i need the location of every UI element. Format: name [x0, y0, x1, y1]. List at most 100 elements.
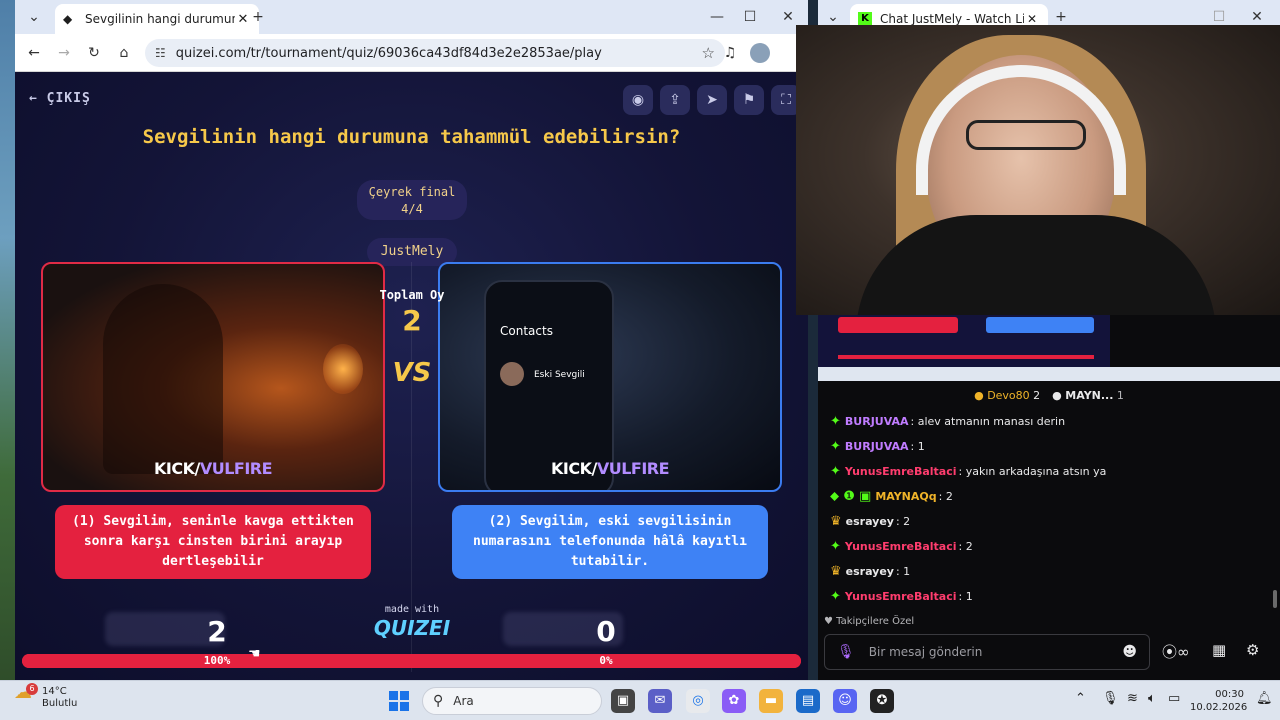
- eye-icon[interactable]: ◉: [623, 85, 653, 115]
- bookmark-star-icon[interactable]: ☆: [702, 44, 715, 62]
- taskbar-search[interactable]: ⚲ Ara: [422, 687, 602, 715]
- send-icon[interactable]: ➤: [697, 85, 727, 115]
- phone-contact-name: Eski Sevgili: [534, 370, 585, 380]
- chat-message[interactable]: ✦ YunusEmreBaltaci: yakın arkadaşına atsı…: [830, 459, 1106, 484]
- chat-username[interactable]: BURJUVAA: [845, 415, 909, 428]
- clock-date: 10.02.2026: [1190, 702, 1248, 713]
- tab-search-chevron-icon[interactable]: ⌄: [21, 4, 47, 30]
- chat-text: : alev atmanın manası derin: [910, 415, 1066, 428]
- weather-condition: Bulutlu: [42, 698, 78, 709]
- battery-icon[interactable]: ▭: [1168, 691, 1180, 706]
- right-option-image[interactable]: Contacts Eski Sevgili KICK/VULFIRE: [438, 262, 782, 492]
- user-badge-icon: ✦: [830, 463, 841, 479]
- chat-username[interactable]: YunusEmreBaltaci: [845, 540, 957, 553]
- preview-right-option: [986, 317, 1094, 333]
- card-watermark: KICK/VULFIRE: [440, 459, 780, 478]
- chat-username[interactable]: BURJUVAA: [845, 440, 909, 453]
- maximize-button[interactable]: ☐: [737, 4, 763, 30]
- copilot-icon[interactable]: ✿: [722, 689, 746, 713]
- chat-message[interactable]: ✦ YunusEmreBaltaci: 2: [830, 534, 973, 559]
- settings-gear-icon[interactable]: ⚙: [1246, 641, 1259, 659]
- profile-avatar[interactable]: [750, 43, 770, 63]
- address-bar[interactable]: ☷ quizei.com/tr/tournament/quiz/69036ca4…: [145, 39, 725, 67]
- discord-icon[interactable]: ☺: [833, 689, 857, 713]
- preview-progress: [838, 355, 1094, 359]
- home-icon[interactable]: ⌂: [111, 40, 137, 66]
- vs-lightning-icon: VS: [392, 358, 432, 388]
- right-option-button[interactable]: (2) Sevgilim, eski sevgilisinin numarası…: [452, 505, 768, 579]
- phone-contacts-title: Contacts: [500, 324, 553, 338]
- watermark-vulfire: VULFIRE: [199, 459, 273, 478]
- chat-text: : yakın arkadaşına atsın ya: [958, 465, 1107, 478]
- chat-message[interactable]: ♛ esrayey: 2: [830, 509, 910, 534]
- chat-scrollbar[interactable]: [1273, 590, 1277, 608]
- site-info-icon[interactable]: ☷: [155, 46, 166, 60]
- chat-input[interactable]: 🎙︎ Bir mesaj gönderin ☻: [824, 634, 1150, 670]
- show-hidden-icons-chevron-icon[interactable]: ⌃: [1075, 691, 1086, 706]
- search-icon: ⚲: [433, 693, 444, 709]
- share-icon[interactable]: ⇪: [660, 85, 690, 115]
- teams-icon[interactable]: ✉: [648, 689, 672, 713]
- chat-message[interactable]: ✦ BURJUVAA: alev atmanın manası derin: [830, 409, 1065, 434]
- chat-input-placeholder: Bir mesaj gönderin: [868, 645, 983, 659]
- system-clock[interactable]: 00:30 10.02.2026: [1190, 688, 1248, 714]
- chat-text: : 1: [958, 590, 973, 603]
- back-arrow-icon[interactable]: ←: [21, 40, 47, 66]
- chat-text: : 2: [895, 515, 911, 528]
- round-progress: 4/4: [401, 202, 423, 216]
- flag-icon[interactable]: ⚑: [734, 85, 764, 115]
- close-tab-icon[interactable]: ✕: [1024, 12, 1040, 26]
- kick-favicon-icon: K: [858, 12, 872, 26]
- left-option-image[interactable]: KICK/VULFIRE: [41, 262, 385, 492]
- user-badge-icon: ♛: [830, 563, 842, 579]
- microphone-icon[interactable]: 🎙︎: [837, 644, 855, 660]
- chrome-icon[interactable]: ◎: [686, 689, 710, 713]
- user-badge-icon: ✦: [830, 538, 841, 554]
- media-control-icon[interactable]: ♫: [717, 40, 743, 66]
- vote-progress-bar: [22, 654, 801, 668]
- steelseries-icon[interactable]: ✪: [870, 689, 894, 713]
- store-app-icon[interactable]: ▤: [796, 689, 820, 713]
- emoji-icon[interactable]: ☻: [1122, 644, 1137, 660]
- tab-bar: ⌄ ◆ Sevgilinin hangi durumuna taha ✕ + —…: [15, 0, 808, 34]
- pinned-entry-2[interactable]: ● MAYN... 1: [1052, 389, 1124, 402]
- file-explorer-icon[interactable]: ▬: [759, 689, 783, 713]
- contact-avatar: [500, 362, 524, 386]
- chat-username[interactable]: esrayey: [846, 565, 894, 578]
- forward-arrow-icon[interactable]: →: [51, 40, 77, 66]
- card-watermark: KICK/VULFIRE: [43, 459, 383, 478]
- pinned-entry-1[interactable]: ● Devo80 2: [974, 389, 1040, 402]
- chat-username[interactable]: esrayey: [846, 515, 894, 528]
- chat-message[interactable]: ✦ BURJUVAA: 1: [830, 434, 925, 459]
- weather-widget[interactable]: ☁ 6 14°C Bulutlu: [14, 683, 78, 710]
- task-view-icon[interactable]: ▣: [611, 689, 635, 713]
- reload-icon[interactable]: ↻: [81, 40, 107, 66]
- minimize-button[interactable]: —: [704, 4, 730, 30]
- right-score: 0: [596, 615, 616, 648]
- microphone-tray-icon[interactable]: 🎙︎: [1102, 691, 1119, 706]
- left-option-button[interactable]: (1) Sevgilim, seninle kavga ettikten son…: [55, 505, 371, 579]
- exit-button[interactable]: ← ÇIKIŞ: [29, 91, 91, 106]
- notification-bell-icon[interactable]: 🔔︎: [1256, 691, 1273, 706]
- windows-taskbar: ☁ 6 14°C Bulutlu ⚲ Ara ▣ ✉ ◎ ✿ ▬ ▤ ☺ ✪ ⌃ …: [0, 680, 1280, 720]
- chat-message[interactable]: ⬥ ❶ ▣ MAYNAQq: 2: [830, 484, 953, 509]
- watermark-kick: KICK/: [153, 459, 200, 478]
- volume-icon[interactable]: 🔈︎: [1148, 691, 1156, 706]
- clock-time: 00:30: [1215, 689, 1244, 700]
- quizei-logo[interactable]: QUIZEI: [367, 616, 457, 640]
- chat-message[interactable]: ✦ YunusEmreBaltaci: 1: [830, 584, 973, 609]
- windows-start-icon[interactable]: [389, 691, 409, 711]
- wifi-icon[interactable]: ≋: [1127, 691, 1138, 706]
- chat-username[interactable]: YunusEmreBaltaci: [845, 590, 957, 603]
- question-title: Sevgilinin hangi durumuna tahammül edebi…: [142, 126, 681, 148]
- made-with-label: made with: [384, 604, 440, 615]
- tab-quiz[interactable]: ◆ Sevgilinin hangi durumuna taha ✕: [55, 4, 259, 34]
- url-text: quizei.com/tr/tournament/quiz/69036ca43d…: [175, 45, 602, 61]
- store-icon[interactable]: ▦: [1212, 641, 1226, 659]
- chat-username[interactable]: MAYNAQq: [875, 490, 936, 503]
- chat-message[interactable]: ♛ esrayey: 1: [830, 559, 910, 584]
- kick-coins-icon[interactable]: ⦿∞: [1162, 641, 1190, 662]
- new-tab-button[interactable]: +: [245, 4, 271, 30]
- chat-username[interactable]: YunusEmreBaltaci: [845, 465, 957, 478]
- user-badge-icon: ✦: [830, 413, 841, 429]
